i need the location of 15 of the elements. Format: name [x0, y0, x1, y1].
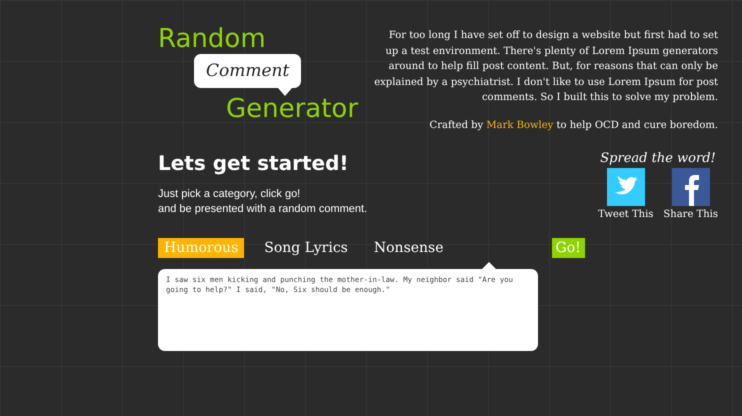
bird-icon: [606, 168, 645, 206]
share-button[interactable]: Tweet This: [598, 168, 654, 220]
share-heading: Spread the word!: [600, 151, 716, 166]
instructions-text: Just pick a category, click go! and be presented with a random comment.: [158, 187, 368, 217]
description-text: For too long I have set off to design a website but first had to set up a test environment. There's plenty of Lorem Ipsum generators around to help fill post content. But, for reasons that can only be explained by a psychiatrist. I don't like to use Lorem Ipsum for post comments. So I built this to solve my problem.: [373, 29, 718, 105]
logo-text: Random: [158, 24, 267, 54]
category-tab[interactable]: Song Lyrics: [258, 238, 354, 258]
logo-text: Generator: [226, 94, 360, 124]
bubble-tail: [278, 88, 292, 96]
category-tab[interactable]: Nonsense: [368, 238, 450, 258]
credit-text: Crafted by Mark Bowley to help OCD and cure boredom.: [428, 118, 718, 132]
section-heading: Lets get started!: [158, 151, 350, 175]
share-button[interactable]: Share This: [663, 168, 718, 220]
author-link[interactable]: Mark Bowley: [486, 120, 554, 130]
facebook-icon: [672, 168, 710, 206]
